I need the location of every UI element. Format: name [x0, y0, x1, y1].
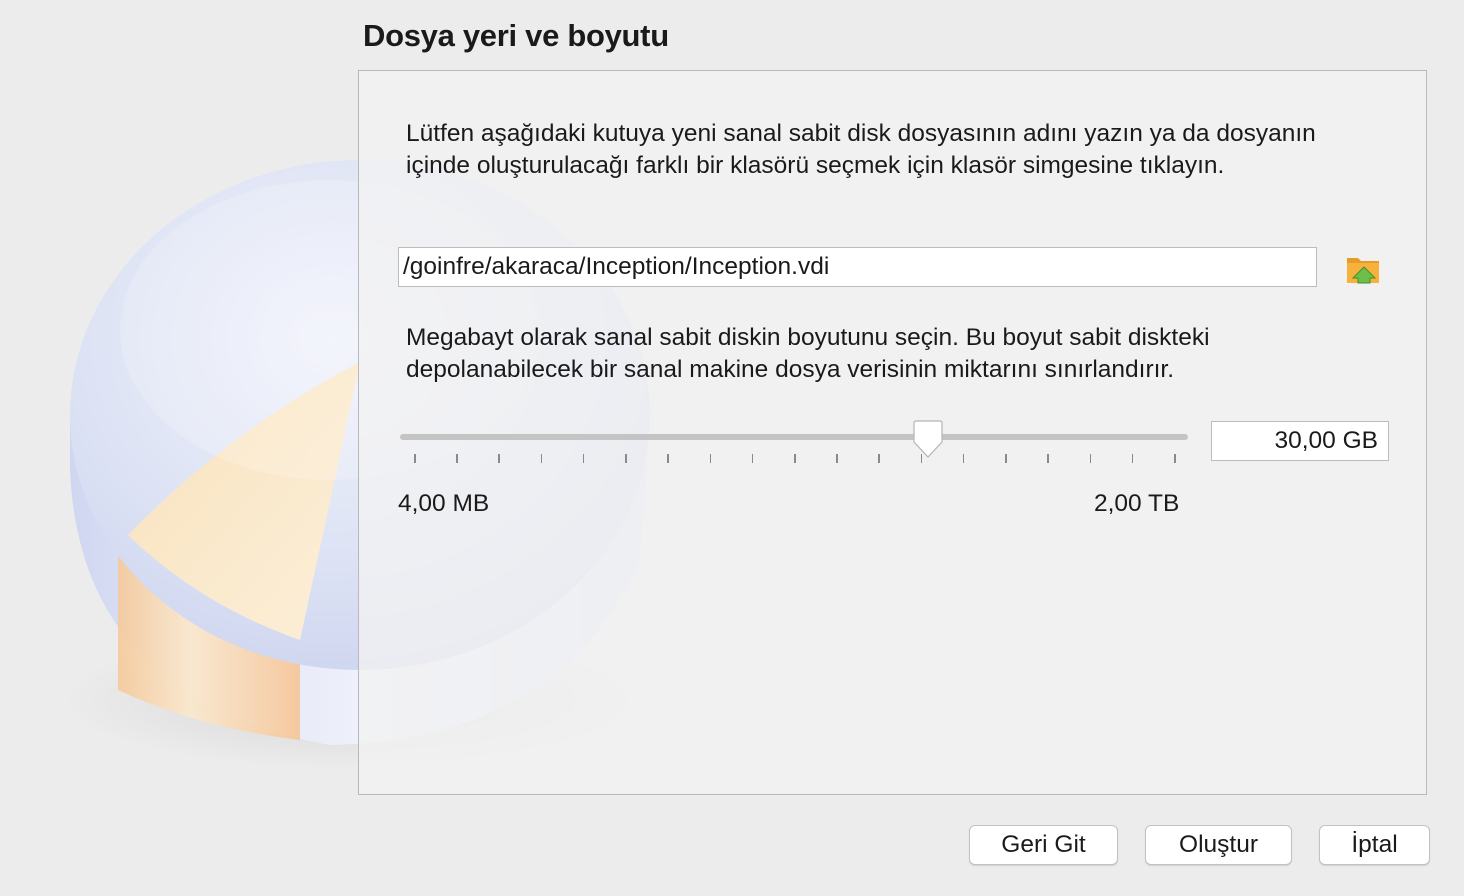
- size-max-label: 2,00 TB: [1094, 490, 1180, 517]
- size-min-label: 4,00 MB: [398, 490, 490, 517]
- create-button[interactable]: Oluştur: [1145, 825, 1292, 865]
- slider-tick: [1174, 454, 1176, 463]
- choose-folder-button[interactable]: [1344, 250, 1384, 288]
- slider-tick: [625, 454, 627, 463]
- slider-tick: [1005, 454, 1007, 463]
- slider-track: [400, 434, 1188, 440]
- slider-tick: [540, 454, 543, 463]
- slider-tick: [582, 454, 585, 463]
- folder-browse-icon: [1347, 258, 1379, 284]
- slider-tick: [1131, 454, 1134, 463]
- size-description: Megabayt olarak sanal sabit diskin boyut…: [406, 324, 1210, 383]
- location-description: Lütfen aşağıdaki kutuya yeni sanal sabit…: [406, 120, 1316, 179]
- slider-ticks: [398, 454, 1190, 464]
- slider-tick: [1047, 454, 1049, 463]
- disk-size-slider[interactable]: [398, 418, 1190, 468]
- cancel-button[interactable]: İptal: [1319, 825, 1430, 865]
- slider-tick: [667, 454, 669, 463]
- slider-thumb[interactable]: [911, 420, 945, 460]
- slider-tick: [794, 454, 796, 463]
- file-path-input[interactable]: [398, 247, 1317, 287]
- slider-tick: [498, 454, 500, 463]
- slider-tick: [414, 454, 416, 463]
- page-title: Dosya yeri ve boyutu: [363, 18, 669, 53]
- slider-tick: [962, 454, 965, 463]
- slider-tick: [709, 454, 712, 463]
- slider-tick: [456, 454, 458, 463]
- slider-tick: [878, 454, 880, 463]
- slider-tick: [1089, 454, 1092, 463]
- back-button[interactable]: Geri Git: [969, 825, 1118, 865]
- slider-tick: [751, 454, 754, 463]
- slider-tick: [836, 454, 838, 463]
- disk-size-field[interactable]: [1211, 421, 1389, 461]
